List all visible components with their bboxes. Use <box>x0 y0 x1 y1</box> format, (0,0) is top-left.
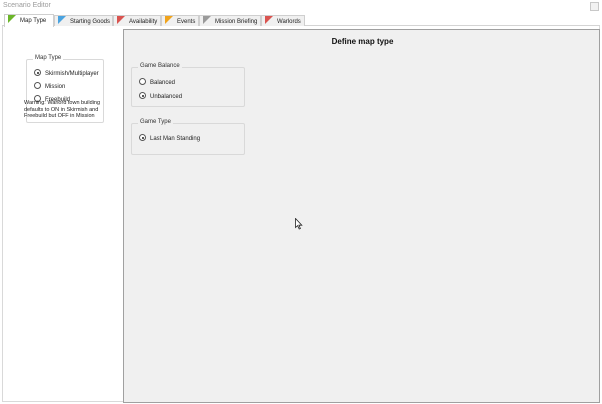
flag-icon <box>165 16 173 24</box>
radio-label: Unbalanced <box>150 94 183 100</box>
tab-mission-briefing[interactable]: Mission Briefing <box>199 15 261 26</box>
game-balance-group: Game Balance Balanced Unbalanced <box>131 63 245 107</box>
flag-icon <box>265 16 273 24</box>
close-button[interactable] <box>590 2 599 11</box>
tab-availability[interactable]: Availability <box>113 15 161 26</box>
radio-unbalanced[interactable]: Unbalanced <box>139 92 182 102</box>
tab-label: Starting Goods <box>70 19 111 25</box>
tab-label: Events <box>177 19 196 25</box>
tab-label: Map Type <box>20 18 47 24</box>
tab-label: Mission Briefing <box>215 19 258 25</box>
radio-label: Skirmish/Multiplayer <box>45 71 99 77</box>
game-type-group: Game Type Last Man Standing <box>131 119 245 155</box>
tab-map-type[interactable]: Map Type <box>4 14 54 27</box>
tab-starting-goods[interactable]: Starting Goods <box>54 15 113 26</box>
radio-label: Last Man Standing <box>150 136 201 142</box>
radio-label: Balanced <box>150 80 176 86</box>
radio-balanced[interactable]: Balanced <box>139 78 175 88</box>
tab-events[interactable]: Events <box>161 15 199 26</box>
flag-icon <box>8 15 16 23</box>
radio-button-icon <box>34 69 41 76</box>
tab-label: Availability <box>129 19 158 25</box>
warning-text: Warning: Warlord town building defaults … <box>24 100 101 119</box>
radio-button-icon <box>34 82 41 89</box>
radio-button-icon <box>139 92 146 99</box>
radio-button-icon <box>139 134 146 141</box>
radio-mission[interactable]: Mission <box>34 82 65 92</box>
group-legend: Map Type <box>33 55 64 61</box>
flag-icon <box>58 16 66 24</box>
mouse-cursor-icon <box>295 218 303 230</box>
title-bar: Scenario Editor <box>0 0 602 13</box>
tab-label: Warlords <box>277 19 301 25</box>
group-legend: Game Balance <box>138 63 182 69</box>
panel-heading: Define map type <box>331 37 394 46</box>
radio-skirmish-multiplayer[interactable]: Skirmish/Multiplayer <box>34 69 99 79</box>
flag-icon <box>117 16 125 24</box>
tab-warlords[interactable]: Warlords <box>261 15 305 26</box>
flag-icon <box>203 16 211 24</box>
radio-last-man-standing[interactable]: Last Man Standing <box>139 134 200 144</box>
radio-label: Mission <box>45 84 66 90</box>
radio-button-icon <box>139 78 146 85</box>
define-map-panel: Define map type Game Balance Balanced Un… <box>123 29 600 403</box>
window-title: Scenario Editor <box>3 2 51 9</box>
group-legend: Game Type <box>138 119 173 125</box>
tab-strip: Map Type Starting Goods Availability Eve… <box>2 14 600 27</box>
